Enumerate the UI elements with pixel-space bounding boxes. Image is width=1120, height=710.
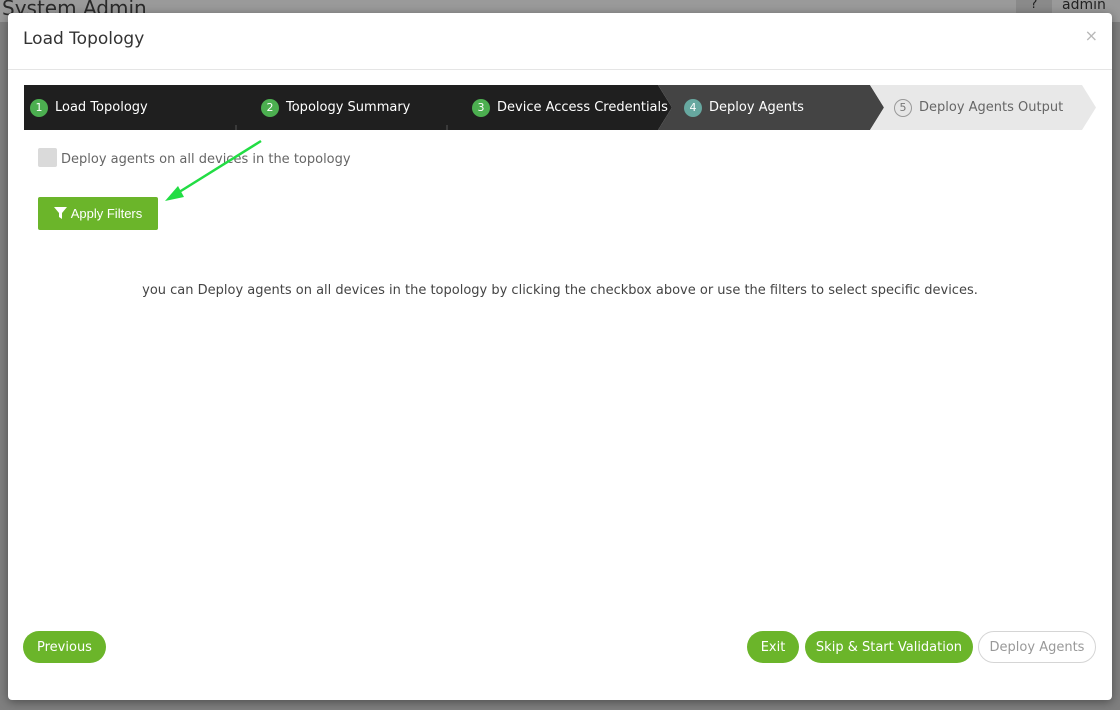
step-label: Deploy Agents: [709, 100, 804, 115]
step-label: Topology Summary: [286, 100, 411, 115]
step-number: 2: [261, 98, 279, 117]
exit-button[interactable]: Exit: [747, 631, 799, 663]
step-deploy-agents[interactable]: 4 Deploy Agents: [684, 85, 804, 130]
modal-title: Load Topology: [23, 29, 145, 49]
step-topology-summary[interactable]: 2 Topology Summary: [261, 85, 410, 130]
previous-button[interactable]: Previous: [23, 631, 106, 663]
modal-header: Load Topology ×: [8, 13, 1112, 70]
step-label: Load Topology: [55, 100, 148, 115]
apply-filters-label: Apply Filters: [70, 206, 143, 221]
deploy-all-label[interactable]: Deploy agents on all devices in the topo…: [61, 152, 351, 167]
filter-icon: [53, 207, 67, 220]
step-number: 3: [472, 98, 490, 117]
step-number: 1: [30, 98, 48, 117]
info-text: you can Deploy agents on all devices in …: [142, 283, 978, 298]
step-load-topology[interactable]: 1 Load Topology: [30, 85, 148, 130]
step-device-access-credentials[interactable]: 3 Device Access Credentials: [472, 85, 668, 130]
step-label: Deploy Agents Output: [919, 100, 1064, 115]
load-topology-modal: Load Topology × 1 Load Topology 2 Topolo…: [8, 13, 1112, 700]
close-icon[interactable]: ×: [1085, 26, 1098, 45]
step-deploy-agents-output[interactable]: 5 Deploy Agents Output: [894, 85, 1063, 130]
step-label: Device Access Credentials: [497, 100, 668, 115]
step-number: 5: [894, 98, 912, 117]
deploy-all-row: Deploy agents on all devices in the topo…: [38, 148, 351, 167]
help-icon[interactable]: ?: [1016, 0, 1052, 14]
user-menu[interactable]: admin: [1062, 0, 1106, 13]
deploy-agents-button[interactable]: Deploy Agents: [978, 631, 1096, 663]
wizard-steps: 1 Load Topology 2 Topology Summary 3 Dev…: [24, 85, 1096, 130]
deploy-all-checkbox[interactable]: [38, 148, 57, 167]
step-number: 4: [684, 98, 702, 117]
apply-filters-button[interactable]: Apply Filters: [38, 197, 158, 230]
skip-start-validation-button[interactable]: Skip & Start Validation: [805, 631, 973, 663]
